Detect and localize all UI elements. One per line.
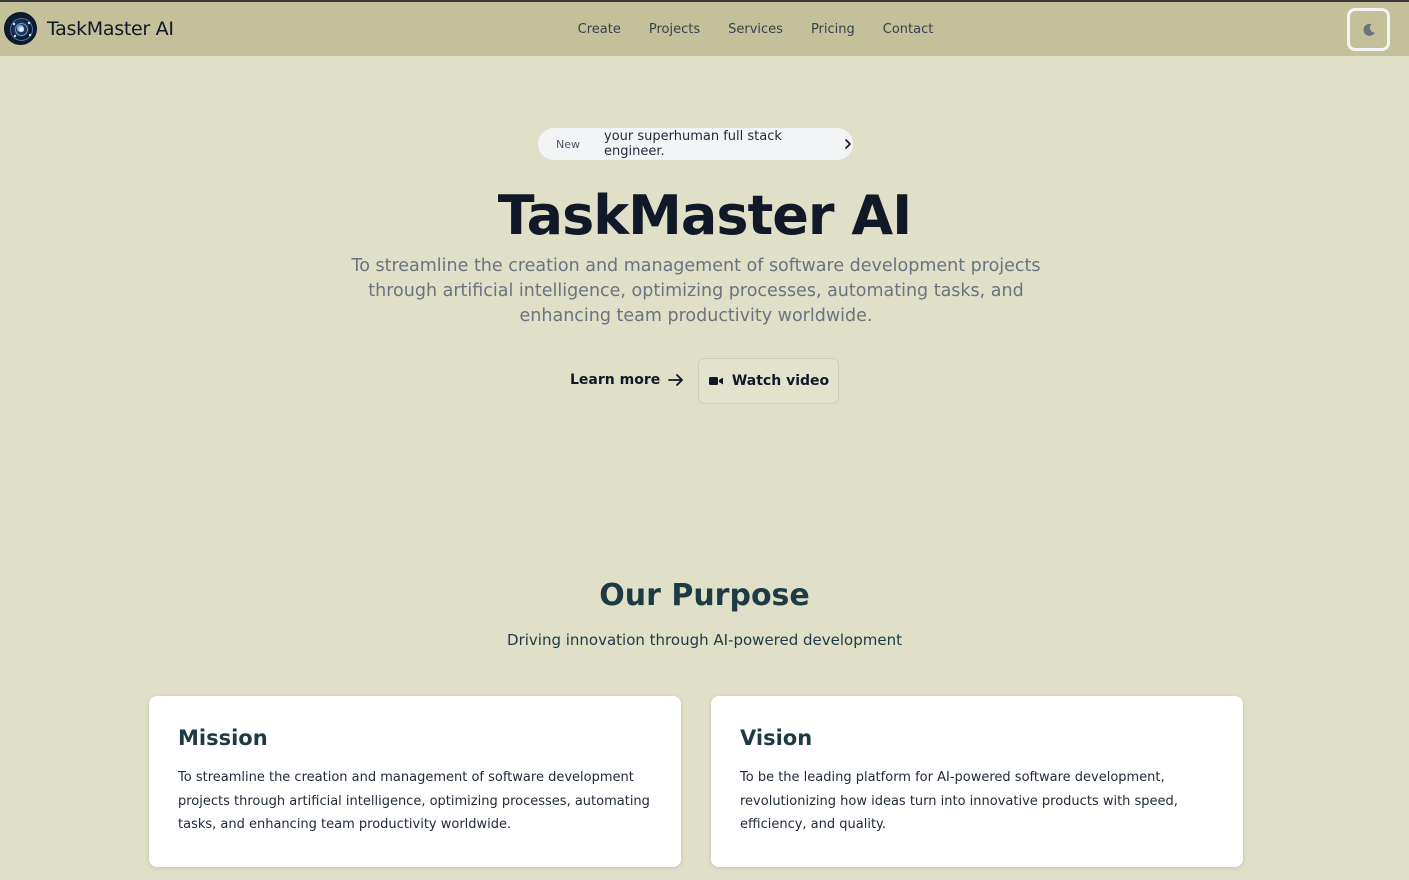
video-camera-icon: [708, 377, 723, 385]
mission-title: Mission: [178, 726, 268, 750]
vision-title: Vision: [740, 726, 813, 750]
mission-text: To streamline the creation and managemen…: [178, 770, 650, 832]
top-navbar: TaskMaster AI Create Projects Services P…: [0, 2, 1409, 56]
brand[interactable]: TaskMaster AI: [4, 12, 174, 45]
vision-card: Vision To be the leading platform for AI…: [711, 696, 1243, 867]
new-badge: New: [556, 137, 580, 151]
nav-pricing[interactable]: Pricing: [811, 22, 855, 37]
nav-services[interactable]: Services: [728, 22, 783, 37]
main-nav: Create Projects Services Pricing Contact: [0, 2, 1409, 56]
theme-toggle-button[interactable]: [1347, 8, 1390, 51]
announcement-text: your superhuman full stack engineer.: [604, 129, 782, 159]
vision-text: To be the leading platform for AI-powere…: [740, 770, 1178, 832]
learn-more-link[interactable]: Learn more: [570, 369, 684, 391]
brand-name: TaskMaster AI: [47, 17, 174, 40]
watch-video-button[interactable]: Watch video: [698, 358, 839, 404]
purpose-title: Our Purpose: [599, 578, 810, 613]
nav-contact[interactable]: Contact: [883, 22, 934, 37]
learn-more-label: Learn more: [570, 372, 661, 388]
nav-projects[interactable]: Projects: [649, 22, 700, 37]
moon-icon: [1362, 23, 1375, 36]
purpose-subtitle: Driving innovation through AI-powered de…: [507, 631, 902, 649]
watch-video-label: Watch video: [731, 373, 830, 389]
announcement-pill[interactable]: New your superhuman full stack engineer.: [538, 128, 853, 160]
arrow-right-icon: [668, 374, 684, 386]
nav-create[interactable]: Create: [578, 22, 621, 37]
mission-card: Mission To streamline the creation and m…: [149, 696, 681, 867]
hero-subtitle: To streamline the creation and managemen…: [351, 256, 1041, 326]
logo-icon: [4, 12, 37, 45]
chevron-right-icon: [843, 138, 853, 150]
hero-title: TaskMaster AI: [497, 184, 912, 247]
